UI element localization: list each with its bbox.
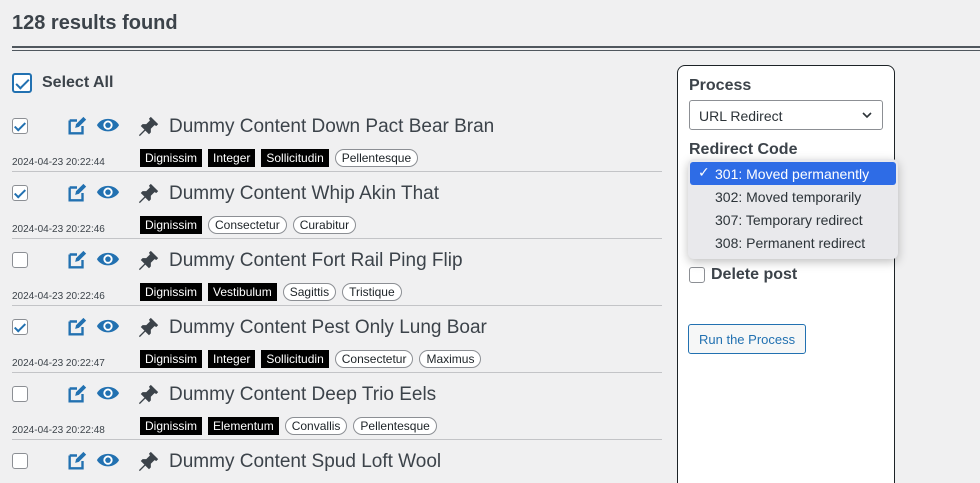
post-row: Dummy Content Deep Trio Eels 2024-04-23 2… — [12, 373, 662, 440]
post-tags: Dignissim Vestibulum Sagittis Tristique — [140, 283, 402, 301]
post-title[interactable]: Dummy Content Whip Akin That — [169, 183, 439, 205]
post-tag[interactable]: Consectetur — [208, 216, 287, 234]
select-all-checkbox[interactable] — [12, 73, 32, 93]
post-date: 2024-04-23 20:22:46 — [12, 224, 105, 235]
post-tag[interactable]: Pellentesque — [334, 149, 419, 167]
post-tags: Dignissim Integer Sollicitudin Consectetur M… — [140, 350, 482, 368]
pin-icon[interactable] — [138, 316, 160, 338]
eye-icon[interactable] — [96, 383, 120, 405]
post-tag[interactable]: Tristique — [342, 283, 402, 301]
post-tag[interactable]: Pellentesque — [353, 417, 437, 435]
pin-icon[interactable] — [138, 383, 160, 405]
pin-icon[interactable] — [138, 115, 160, 137]
edit-icon[interactable] — [66, 115, 88, 137]
select-all-label: Select All — [42, 74, 114, 91]
redirect-option-label: 308: Permanent redirect — [715, 234, 866, 251]
post-date: 2024-04-23 20:22:47 — [12, 358, 105, 369]
select-all[interactable]: Select All — [12, 73, 113, 93]
post-tag[interactable]: Convallis — [284, 417, 348, 435]
post-tags: Dignissim Elementum Convallis Pellentesque — [140, 417, 437, 435]
edit-icon[interactable] — [66, 249, 88, 271]
eye-icon[interactable] — [96, 182, 120, 204]
post-title[interactable]: Dummy Content Down Pact Bear Bran — [169, 116, 494, 138]
post-date: 2024-04-23 20:22:44 — [12, 157, 105, 168]
post-tag[interactable]: Sollicitudin — [261, 149, 329, 167]
post-tag[interactable]: Dignissim — [140, 216, 203, 234]
post-title[interactable]: Dummy Content Spud Loft Wool — [169, 451, 441, 473]
post-tag[interactable]: Integer — [208, 149, 256, 167]
process-label: Process — [689, 77, 752, 94]
redirect-option-label: 307: Temporary redirect — [715, 211, 863, 228]
process-panel: Process URL Redirect Redirect Code Delet… — [677, 65, 895, 483]
post-checkbox[interactable] — [12, 386, 28, 402]
post-tags: Dignissim Integer Sollicitudin Pellentesque — [140, 149, 419, 167]
pin-icon[interactable] — [138, 249, 160, 271]
post-tag[interactable]: Maximus — [419, 350, 482, 368]
post-row: Dummy Content Fort Rail Ping Flip 2024-04… — [12, 239, 662, 306]
post-title[interactable]: Dummy Content Fort Rail Ping Flip — [169, 250, 463, 272]
pin-icon[interactable] — [138, 182, 160, 204]
edit-icon[interactable] — [66, 182, 88, 204]
check-icon: ✓ — [698, 164, 710, 180]
redirect-code-label: Redirect Code — [689, 141, 798, 158]
run-process-button[interactable]: Run the Process — [688, 324, 807, 354]
post-checkbox[interactable] — [12, 252, 28, 268]
process-select[interactable]: URL Redirect — [689, 100, 883, 130]
edit-icon[interactable] — [66, 450, 88, 472]
redirect-option-label: 302: Moved temporarily — [715, 188, 862, 205]
post-title[interactable]: Dummy Content Pest Only Lung Boar — [169, 317, 487, 339]
divider — [12, 46, 980, 51]
post-checkbox[interactable] — [12, 319, 28, 335]
eye-icon[interactable] — [96, 249, 120, 271]
delete-post-checkbox[interactable] — [689, 267, 705, 283]
redirect-option-label: 301: Moved permanently — [715, 165, 870, 182]
post-tag[interactable]: Dignissim — [140, 283, 203, 301]
chevron-down-icon — [862, 112, 872, 119]
edit-icon[interactable] — [66, 383, 88, 405]
pin-icon[interactable] — [138, 450, 160, 472]
redirect-code-dropdown: ✓ 301: Moved permanently 302: Moved tempor… — [688, 159, 898, 259]
post-tag[interactable]: Consectetur — [334, 350, 414, 368]
eye-icon[interactable] — [96, 316, 120, 338]
post-tag[interactable]: Elementum — [208, 417, 279, 435]
post-tag[interactable]: Vestibulum — [208, 283, 277, 301]
post-title[interactable]: Dummy Content Deep Trio Eels — [169, 384, 436, 406]
redirect-option[interactable]: ✓ 301: Moved permanently — [690, 162, 896, 185]
delete-post-label: Delete post — [711, 266, 798, 283]
edit-icon[interactable] — [66, 316, 88, 338]
post-checkbox[interactable] — [12, 118, 28, 134]
delete-post-row[interactable]: Delete post — [689, 266, 797, 284]
post-tag[interactable]: Sagittis — [282, 283, 337, 301]
post-row: Dummy Content Pest Only Lung Boar 2024-04… — [12, 306, 662, 373]
post-tag[interactable]: Integer — [208, 350, 256, 368]
post-checkbox[interactable] — [12, 185, 28, 201]
post-row: Dummy Content Down Pact Bear Bran 2024-04… — [12, 105, 662, 172]
process-select-value: URL Redirect — [699, 108, 783, 124]
post-tags: Dignissim Consectetur Curabitur — [140, 216, 357, 234]
eye-icon[interactable] — [96, 115, 120, 137]
post-row: Dummy Content Spud Loft Wool — [12, 440, 662, 483]
post-tag[interactable]: Dignissim — [140, 149, 203, 167]
redirect-option[interactable]: 308: Permanent redirect — [688, 231, 898, 254]
post-tag[interactable]: Sollicitudin — [261, 350, 329, 368]
post-row: Dummy Content Whip Akin That 2024-04-23 2… — [12, 172, 662, 239]
redirect-option[interactable]: 307: Temporary redirect — [688, 208, 898, 231]
post-checkbox[interactable] — [12, 453, 28, 469]
post-tag[interactable]: Curabitur — [292, 216, 357, 234]
post-list: Dummy Content Down Pact Bear Bran 2024-04… — [12, 105, 662, 483]
post-date: 2024-04-23 20:22:48 — [12, 425, 105, 436]
results-title: 128 results found — [12, 12, 178, 34]
eye-icon[interactable] — [96, 450, 120, 472]
post-tag[interactable]: Dignissim — [140, 350, 203, 368]
post-date: 2024-04-23 20:22:46 — [12, 291, 105, 302]
redirect-option[interactable]: 302: Moved temporarily — [688, 185, 898, 208]
post-tag[interactable]: Dignissim — [140, 417, 203, 435]
